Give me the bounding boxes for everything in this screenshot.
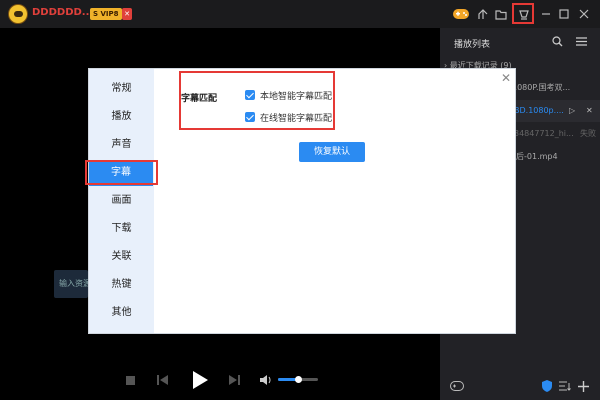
settings-tab-general[interactable]: 常规 xyxy=(89,76,154,102)
title-bar: DDDDDD... S VIP8 ✕ xyxy=(0,0,600,28)
skin-highlight-box xyxy=(512,3,534,24)
settings-tab-other[interactable]: 其他 xyxy=(89,300,154,326)
share-icon[interactable] xyxy=(474,5,492,23)
playlist-title: 播放列表 xyxy=(454,40,491,50)
settings-sidebar: 常规 播放 声音 字幕 画面 下载 关联 热键 其他 xyxy=(89,69,154,333)
stop-icon[interactable] xyxy=(122,364,138,396)
playlist-item-label: BD.1080p.... xyxy=(514,106,564,115)
shield-icon[interactable] xyxy=(538,377,556,395)
volume-knob[interactable] xyxy=(295,376,302,383)
dialog-close-icon[interactable]: ✕ xyxy=(499,71,513,85)
settings-tab-association[interactable]: 关联 xyxy=(89,244,154,270)
restore-defaults-button[interactable]: 恢复默认 xyxy=(299,142,365,162)
folder-icon[interactable] xyxy=(492,5,510,23)
settings-dialog: 常规 播放 声音 字幕 画面 下载 关联 热键 其他 ✕ 字幕匹配 本地智能字幕… xyxy=(85,68,516,334)
settings-tab-picture[interactable]: 画面 xyxy=(89,188,154,214)
settings-tab-hotkeys[interactable]: 热键 xyxy=(89,272,154,298)
menu-icon[interactable] xyxy=(572,32,590,50)
maximize-icon[interactable] xyxy=(555,5,573,23)
settings-tab-playback[interactable]: 播放 xyxy=(89,104,154,130)
sort-list-icon[interactable] xyxy=(556,377,574,395)
volume-slider[interactable] xyxy=(278,376,318,383)
playlist-footer xyxy=(440,372,600,400)
gamepad-icon[interactable] xyxy=(452,5,470,23)
settings-tab-download[interactable]: 下载 xyxy=(89,216,154,242)
subtitle-match-highlight-box xyxy=(179,71,335,130)
play-icon[interactable] xyxy=(188,364,212,396)
volume-icon[interactable] xyxy=(258,364,274,396)
player-logo-icon[interactable] xyxy=(8,4,28,24)
search-icon[interactable] xyxy=(548,32,566,50)
subtitle-tab-highlight-box xyxy=(85,160,158,185)
vip-x-badge: ✕ xyxy=(122,8,132,20)
add-icon[interactable] xyxy=(574,377,592,395)
playback-controls xyxy=(0,364,440,396)
vip-badge[interactable]: S VIP8 xyxy=(90,8,122,20)
playlist-item-label: 34847712_hi... xyxy=(514,129,574,138)
play-item-icon[interactable]: ▷ xyxy=(569,100,575,122)
gamepad-outline-icon[interactable] xyxy=(448,377,466,395)
close-icon[interactable] xyxy=(575,5,593,23)
username[interactable]: DDDDDD... xyxy=(32,7,93,18)
failed-status: 失败 xyxy=(580,129,596,138)
settings-tab-sound[interactable]: 声音 xyxy=(89,132,154,158)
previous-icon[interactable] xyxy=(154,364,170,396)
minimize-icon[interactable] xyxy=(537,5,555,23)
remove-item-icon[interactable]: ✕ xyxy=(586,100,593,122)
next-icon[interactable] xyxy=(226,364,242,396)
input-resource-tip[interactable]: 输入资源 xyxy=(54,270,88,298)
